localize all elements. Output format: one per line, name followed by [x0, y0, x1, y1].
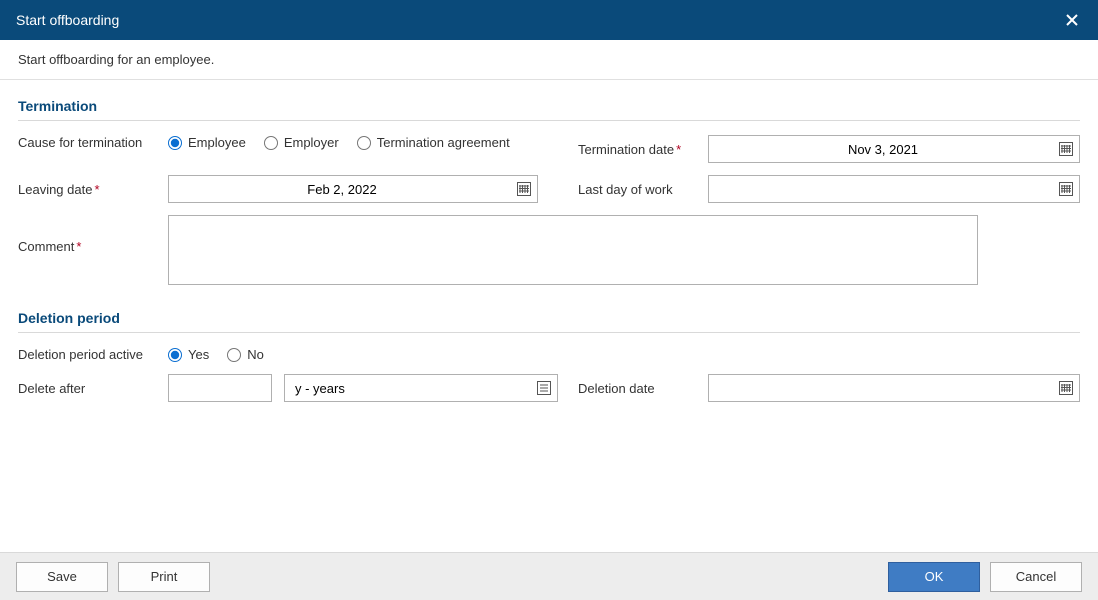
cause-radio-employee-input[interactable] — [168, 136, 182, 150]
last-day-label: Last day of work — [578, 182, 708, 197]
calendar-icon[interactable] — [1056, 139, 1076, 159]
deletion-date-field — [708, 374, 1080, 402]
cause-radio-employer-input[interactable] — [264, 136, 278, 150]
required-marker: * — [676, 142, 681, 157]
cause-radio-group: Employee Employer Termination agreement — [168, 135, 510, 150]
cause-radio-employer-label: Employer — [284, 135, 339, 150]
cause-radio-employer[interactable]: Employer — [264, 135, 339, 150]
calendar-icon[interactable] — [1056, 378, 1076, 398]
row-cause-termdate: Cause for termination Employee Employer … — [18, 135, 1080, 163]
row-leaving-lastday: Leaving date* Last day of work — [18, 175, 1080, 203]
deletion-active-yes[interactable]: Yes — [168, 347, 209, 362]
last-day-field — [708, 175, 1080, 203]
deletion-active-no-input[interactable] — [227, 348, 241, 362]
calendar-icon[interactable] — [1056, 179, 1076, 199]
delete-after-unit-wrap — [284, 374, 558, 402]
comment-field-wrap — [168, 215, 1080, 288]
required-marker: * — [94, 182, 99, 197]
delete-after-input[interactable] — [168, 374, 272, 402]
cause-radio-employee-label: Employee — [188, 135, 246, 150]
deletion-date-input[interactable] — [708, 374, 1080, 402]
row-deletion-active: Deletion period active Yes No — [18, 347, 1080, 362]
deletion-active-radio-group: Yes No — [168, 347, 264, 362]
comment-label-text: Comment — [18, 239, 74, 254]
deletion-active-label: Deletion period active — [18, 347, 168, 362]
deletion-date-label: Deletion date — [578, 381, 708, 396]
leaving-date-label-text: Leaving date — [18, 182, 92, 197]
leaving-date-label: Leaving date* — [18, 182, 168, 197]
termination-date-label-text: Termination date — [578, 142, 674, 157]
termination-date-input[interactable] — [708, 135, 1080, 163]
list-icon[interactable] — [534, 378, 554, 398]
row-delete-after-date: Delete after Deletion date — [18, 374, 1080, 402]
close-icon[interactable] — [1062, 10, 1082, 30]
dialog-footer: Save Print OK Cancel — [0, 552, 1098, 600]
comment-label: Comment* — [18, 215, 168, 254]
termination-date-label: Termination date* — [578, 142, 708, 157]
cause-radio-agreement[interactable]: Termination agreement — [357, 135, 510, 150]
ok-button[interactable]: OK — [888, 562, 980, 592]
leaving-date-field — [168, 175, 538, 203]
deletion-active-no[interactable]: No — [227, 347, 264, 362]
row-comment: Comment* — [18, 215, 1080, 288]
dialog-subtitle: Start offboarding for an employee. — [0, 40, 1098, 80]
termination-date-field — [708, 135, 1080, 163]
delete-after-unit-input[interactable] — [284, 374, 558, 402]
required-marker: * — [76, 239, 81, 254]
last-day-input[interactable] — [708, 175, 1080, 203]
calendar-icon[interactable] — [514, 179, 534, 199]
deletion-active-yes-input[interactable] — [168, 348, 182, 362]
print-button[interactable]: Print — [118, 562, 210, 592]
titlebar: Start offboarding — [0, 0, 1098, 40]
delete-after-number-wrap — [168, 374, 272, 402]
dialog-content: Termination Cause for termination Employ… — [0, 80, 1098, 402]
leaving-date-input[interactable] — [168, 175, 538, 203]
cause-radio-employee[interactable]: Employee — [168, 135, 246, 150]
delete-after-label: Delete after — [18, 381, 168, 396]
comment-textarea[interactable] — [168, 215, 978, 285]
footer-right: OK Cancel — [888, 562, 1082, 592]
footer-left: Save Print — [16, 562, 210, 592]
save-button[interactable]: Save — [16, 562, 108, 592]
section-termination-title: Termination — [18, 98, 1080, 121]
deletion-active-yes-label: Yes — [188, 347, 209, 362]
cause-label: Cause for termination — [18, 135, 168, 150]
cause-radio-agreement-input[interactable] — [357, 136, 371, 150]
deletion-active-no-label: No — [247, 347, 264, 362]
cancel-button[interactable]: Cancel — [990, 562, 1082, 592]
cause-radio-agreement-label: Termination agreement — [377, 135, 510, 150]
section-deletion-title: Deletion period — [18, 310, 1080, 333]
dialog-title: Start offboarding — [16, 12, 119, 28]
